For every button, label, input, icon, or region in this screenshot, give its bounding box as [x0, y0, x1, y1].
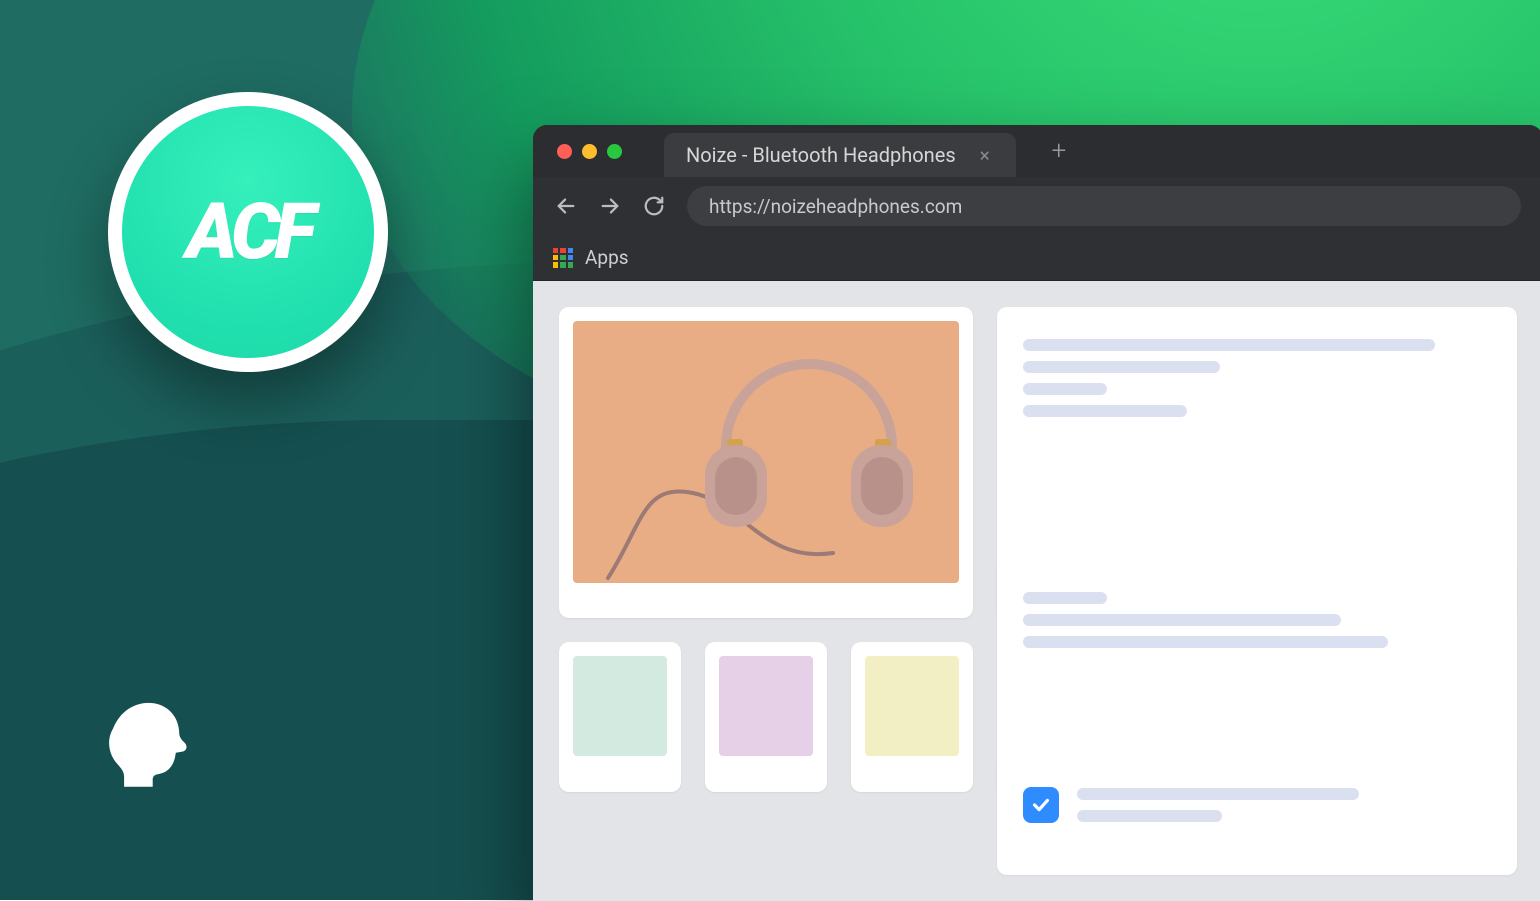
swatch-card[interactable] [705, 642, 827, 791]
acf-badge: ACF [108, 92, 388, 372]
headphones-image [573, 321, 959, 583]
tab-title: Noize - Bluetooth Headphones [686, 143, 956, 167]
window-controls [557, 144, 622, 159]
placeholder-line [1023, 361, 1220, 373]
color-swatches-row [559, 642, 973, 791]
bookmarks-bar: Apps [533, 235, 1540, 281]
window-close-button[interactable] [557, 144, 572, 159]
browser-tab[interactable]: Noize - Bluetooth Headphones × [664, 133, 1016, 177]
placeholder-line [1077, 788, 1359, 800]
placeholder-line [1023, 383, 1107, 395]
browser-window: Noize - Bluetooth Headphones × + https:/… [533, 125, 1540, 901]
profile-head-icon [90, 690, 200, 800]
address-bar[interactable]: https://noizeheadphones.com [687, 186, 1521, 226]
swatch-card[interactable] [851, 642, 973, 791]
address-url: https://noizeheadphones.com [709, 195, 962, 218]
new-tab-button[interactable]: + [1044, 136, 1074, 166]
window-maximize-button[interactable] [607, 144, 622, 159]
apps-grid-icon[interactable] [553, 248, 573, 268]
swatch-cream [865, 656, 959, 756]
product-image-card [559, 307, 973, 618]
placeholder-line [1077, 810, 1222, 822]
placeholder-line [1023, 614, 1341, 626]
placeholder-line [1023, 339, 1435, 351]
checkmark-icon [1030, 794, 1052, 816]
acf-logo-text: ACF [122, 106, 374, 358]
apps-bookmark-label[interactable]: Apps [585, 246, 629, 269]
placeholder-line [1023, 405, 1187, 417]
reload-button[interactable] [643, 195, 665, 217]
checkbox-card [997, 756, 1517, 875]
window-minimize-button[interactable] [582, 144, 597, 159]
titlebar: Noize - Bluetooth Headphones × + [533, 125, 1540, 177]
swatch-card[interactable] [559, 642, 681, 791]
swatch-lilac [719, 656, 813, 756]
swatch-mint [573, 656, 667, 756]
checkbox[interactable] [1023, 787, 1059, 823]
back-button[interactable] [555, 195, 577, 217]
forward-button[interactable] [599, 195, 621, 217]
browser-toolbar: https://noizeheadphones.com [533, 177, 1540, 235]
tab-close-button[interactable]: × [976, 144, 994, 167]
page-viewport [533, 281, 1540, 901]
placeholder-line [1023, 636, 1388, 648]
placeholder-line [1023, 592, 1107, 604]
